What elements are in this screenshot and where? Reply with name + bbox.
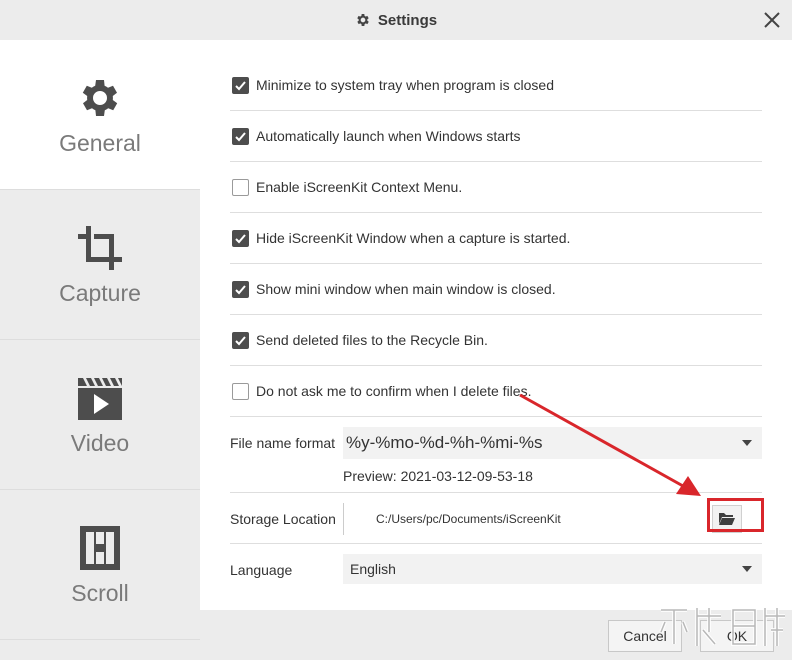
language-label: Language (230, 562, 293, 578)
sidebar-item-scroll[interactable]: Scroll (0, 490, 200, 640)
divider (230, 492, 762, 493)
close-icon (764, 12, 780, 28)
checkbox[interactable] (232, 178, 249, 196)
option-minimize-to-tray[interactable]: Minimize to system tray when program is … (230, 60, 762, 111)
crop-icon (74, 222, 126, 274)
language-select[interactable]: English (343, 554, 762, 584)
option-recycle-bin[interactable]: Send deleted files to the Recycle Bin. (230, 315, 762, 366)
title-group: Settings (0, 0, 792, 40)
checkbox[interactable] (232, 280, 249, 298)
sidebar-item-video[interactable]: Video (0, 340, 200, 490)
checkbox[interactable] (232, 331, 249, 349)
file-name-format-select[interactable]: %y-%mo-%d-%h-%mi-%s (343, 427, 762, 459)
check-icon (235, 335, 246, 345)
option-mini-window[interactable]: Show mini window when main window is clo… (230, 264, 762, 315)
checkbox[interactable] (232, 382, 249, 400)
file-name-preview: Preview: 2021-03-12-09-53-18 (343, 468, 533, 484)
title-bar: Settings (0, 0, 792, 40)
option-no-confirm-delete[interactable]: Do not ask me to confirm when I delete f… (230, 366, 762, 417)
option-label: Enable iScreenKit Context Menu. (256, 179, 463, 195)
ok-button[interactable]: OK (700, 620, 774, 652)
checkbox[interactable] (232, 127, 249, 145)
sidebar-item-general[interactable]: General (0, 40, 200, 190)
chevron-down-icon (742, 440, 752, 446)
file-name-format-label: File name format (230, 435, 336, 451)
sidebar-item-label: General (59, 130, 141, 156)
sidebar-item-label: Capture (59, 280, 141, 306)
cancel-button[interactable]: Cancel (608, 620, 682, 652)
option-context-menu[interactable]: Enable iScreenKit Context Menu. (230, 162, 762, 213)
storage-location-label: Storage Location (230, 511, 336, 527)
checkbox[interactable] (232, 229, 249, 247)
gear-icon (74, 72, 126, 124)
checkbox[interactable] (232, 76, 249, 94)
sidebar: General Capture Video Scroll (0, 40, 200, 660)
option-label: Send deleted files to the Recycle Bin. (256, 332, 488, 348)
check-icon (235, 80, 246, 90)
sidebar-item-capture[interactable]: Capture (0, 190, 200, 340)
option-label: Show mini window when main window is clo… (256, 281, 556, 297)
video-clapper-icon (74, 372, 126, 424)
check-icon (235, 284, 246, 294)
file-name-format-value: %y-%mo-%d-%h-%mi-%s (346, 433, 543, 452)
dialog-footer: Cancel OK (200, 610, 792, 660)
check-icon (235, 131, 246, 141)
window-title: Settings (377, 11, 438, 29)
divider (230, 543, 762, 544)
chevron-down-icon (742, 566, 752, 572)
option-label: Hide iScreenKit Window when a capture is… (256, 230, 571, 246)
storage-path-field[interactable]: C:/Users/pc/Documents/iScreenKit (343, 503, 703, 535)
option-label: Minimize to system tray when program is … (256, 77, 554, 93)
option-label: Do not ask me to confirm when I delete f… (256, 383, 532, 399)
language-value: English (350, 561, 396, 577)
settings-panel: Minimize to system tray when program is … (200, 40, 792, 612)
option-label: Automatically launch when Windows starts (256, 128, 521, 144)
close-button[interactable] (760, 8, 784, 32)
option-auto-launch[interactable]: Automatically launch when Windows starts (230, 111, 762, 162)
storage-path-value: C:/Users/pc/Documents/iScreenKit (376, 512, 561, 526)
sidebar-item-label: Scroll (71, 580, 129, 606)
check-icon (235, 233, 246, 243)
annotation-highlight-box (707, 498, 764, 532)
sidebar-item-label: Video (70, 430, 130, 456)
option-hide-window[interactable]: Hide iScreenKit Window when a capture is… (230, 213, 762, 264)
scroll-icon (74, 522, 126, 574)
gear-icon (357, 14, 369, 26)
